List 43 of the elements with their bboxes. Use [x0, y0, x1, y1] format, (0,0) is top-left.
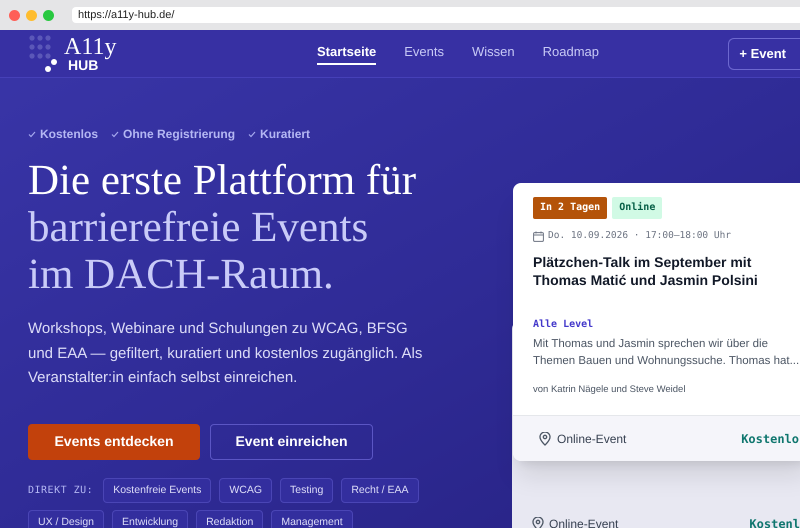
logo-wordmark: A11y [64, 36, 116, 58]
event-description: Mit Thomas und Jasmin sprechen wir über die Themen Bauen und Wohnungssuche. Thomas hat... [533, 337, 800, 370]
nav-link[interactable]: Startseite [317, 42, 376, 65]
feature-label: Ohne Registrierung [123, 126, 236, 143]
event-location: Online-Event [557, 430, 626, 448]
event-badge: In 2 Tagen [533, 197, 608, 219]
feature-label: Kostenlos [40, 126, 98, 143]
nav-link[interactable]: Roadmap [542, 42, 599, 65]
topic-chip[interactable]: Entwicklung [112, 510, 188, 528]
nav-link[interactable]: Events [404, 42, 444, 65]
discover-events-button[interactable]: Events entdecken [28, 424, 200, 460]
event-location: Online-Event [549, 516, 618, 528]
quick-links-label: DIREKT ZU: [28, 484, 94, 498]
topic-chip[interactable]: WCAG [219, 478, 272, 502]
headline-line: Die erste Plattform für [28, 157, 416, 204]
submit-event-button[interactable]: Event einreichen [210, 424, 373, 460]
topic-chip[interactable]: Recht / EAA [341, 478, 419, 502]
location-pin-icon [532, 517, 544, 528]
topic-chip[interactable]: Management [271, 510, 353, 528]
add-event-button[interactable]: + Event [728, 38, 800, 70]
topic-chip[interactable]: Kostenfreie Events [103, 478, 212, 502]
headline-line: im DACH-Raum. [28, 251, 334, 298]
event-badge: Online [612, 197, 662, 219]
nav-link[interactable]: Wissen [472, 42, 515, 65]
event-price: Kostenlo [741, 430, 799, 448]
calendar-icon [533, 230, 544, 242]
event-hosts: von Katrin Nägele und Steve Weidel [533, 383, 686, 398]
event-level: Alle Level [533, 318, 594, 332]
headline-line: barrierefreie Events [28, 204, 368, 251]
check-icon [248, 130, 256, 138]
topic-chip[interactable]: Testing [280, 478, 334, 502]
feature-label: Kuratiert [260, 126, 310, 143]
check-icon [111, 130, 120, 138]
event-date: Do. 10.09.2026 · 17:00–18:00 Uhr [548, 229, 732, 243]
topic-chip[interactable]: UX / Design [28, 510, 104, 528]
logo-subtitle: HUB [68, 58, 98, 72]
intro-paragraph: Workshops, Webinare und Schulungen zu WCAG, BFSG und EAA — gefiltert, kuratiert und kostenlos zugänglich. Als Veranstalter:in einfach selbst einreichen. [28, 319, 424, 388]
event-price: Kostenl [749, 516, 800, 528]
topic-chip[interactable]: Redaktion [196, 510, 264, 528]
check-icon [28, 130, 36, 138]
location-pin-icon [539, 432, 551, 446]
address-bar[interactable]: https://a11y-hub.de/ [72, 7, 800, 23]
event-title: Plätzchen-Talk im September mit Thomas Matić und Jasmin Polsini [533, 253, 759, 290]
